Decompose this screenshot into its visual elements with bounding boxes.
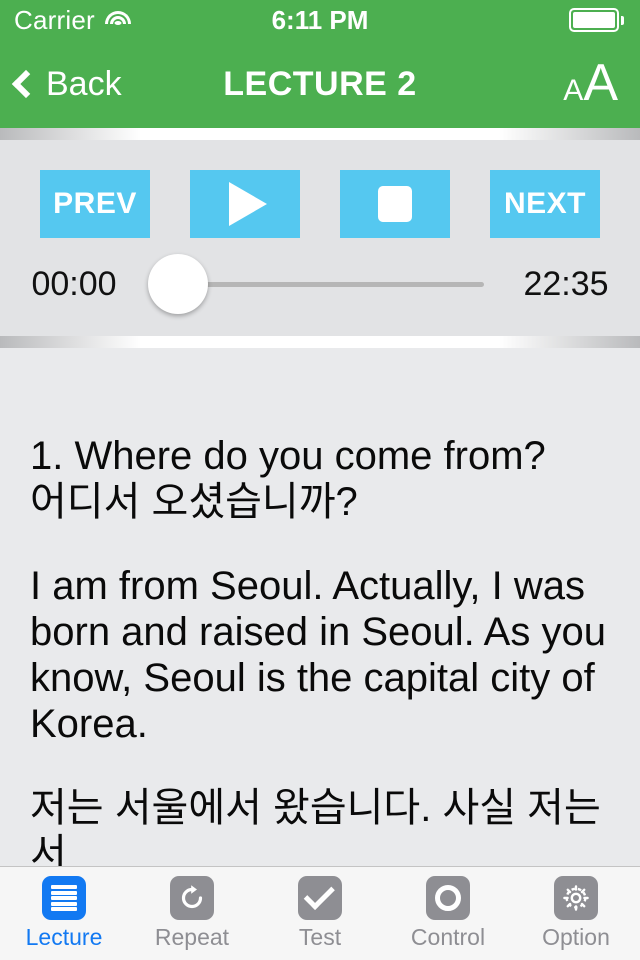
lecture-paragraph: I am from Seoul. Actually, I was born an… bbox=[30, 564, 618, 746]
next-button-label: NEXT bbox=[503, 187, 586, 220]
tab-option[interactable]: Option bbox=[512, 867, 640, 960]
tab-lecture-label: Lecture bbox=[25, 924, 103, 950]
navigation-bar: Back LECTURE 2 A A bbox=[0, 40, 640, 128]
progress-slider[interactable] bbox=[148, 252, 492, 316]
wifi-icon bbox=[104, 10, 131, 30]
total-time-label: 22:35 bbox=[523, 264, 609, 303]
checkmark-icon bbox=[298, 876, 342, 920]
tab-repeat[interactable]: Repeat bbox=[128, 867, 256, 960]
divider-bottom bbox=[0, 336, 640, 348]
back-button-label: Back bbox=[46, 64, 122, 103]
app-screen: Carrier 6:11 PM Back LECTURE 2 A A PREV bbox=[0, 0, 640, 960]
current-time-label: 00:00 bbox=[31, 264, 117, 303]
font-size-small-a: A bbox=[563, 74, 584, 108]
progress-knob[interactable] bbox=[148, 254, 208, 314]
lecture-paragraph: 1. Where do you come from? 어디서 오셨습니까? bbox=[30, 434, 546, 524]
stop-button[interactable] bbox=[340, 170, 450, 238]
tab-control[interactable]: Control bbox=[384, 867, 512, 960]
back-button[interactable]: Back bbox=[11, 64, 122, 104]
tab-test[interactable]: Test bbox=[256, 867, 384, 960]
gear-icon bbox=[554, 876, 598, 920]
stop-icon bbox=[378, 186, 412, 222]
battery-full-icon bbox=[569, 8, 624, 32]
prev-button-label: PREV bbox=[53, 187, 137, 220]
tab-control-label: Control bbox=[410, 924, 486, 950]
status-bar-left: Carrier bbox=[14, 5, 131, 36]
circle-ring-icon bbox=[426, 876, 470, 920]
tab-test-label: Test bbox=[298, 924, 342, 950]
carrier-label: Carrier bbox=[14, 4, 95, 35]
play-icon bbox=[229, 182, 267, 226]
refresh-icon bbox=[170, 876, 214, 920]
prev-button[interactable]: PREV bbox=[40, 170, 150, 238]
chevron-left-icon bbox=[11, 69, 41, 99]
play-button[interactable] bbox=[190, 170, 300, 238]
player-panel: PREV NEXT 00:00 22:35 bbox=[0, 140, 640, 336]
lecture-content[interactable]: 1. Where do you come from? 어디서 오셨습니까? I … bbox=[0, 348, 640, 866]
tab-lecture[interactable]: Lecture bbox=[0, 867, 128, 960]
progress-track bbox=[176, 281, 484, 287]
font-size-large-a: A bbox=[583, 54, 618, 113]
tab-option-label: Option bbox=[542, 924, 610, 950]
tab-repeat-label: Repeat bbox=[154, 924, 230, 950]
status-bar: Carrier 6:11 PM bbox=[0, 0, 640, 40]
list-lines-icon bbox=[42, 876, 86, 920]
playback-progress-row: 00:00 22:35 bbox=[0, 252, 640, 316]
player-controls: PREV NEXT bbox=[0, 170, 640, 238]
lecture-paragraph: 저는 서울에서 왔습니다. 사실 저는 서 bbox=[30, 786, 612, 866]
next-button[interactable]: NEXT bbox=[490, 170, 600, 238]
font-size-button[interactable]: A A bbox=[563, 54, 618, 113]
divider-top bbox=[0, 128, 640, 140]
tab-bar: Lecture Repeat Test Control Option bbox=[0, 866, 640, 960]
